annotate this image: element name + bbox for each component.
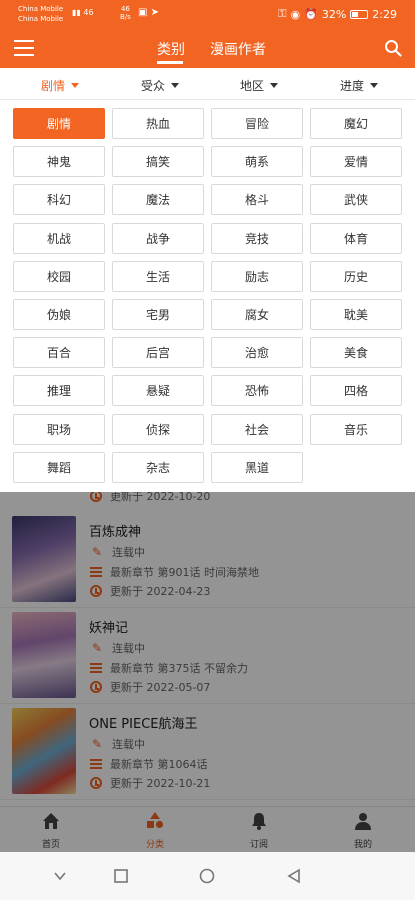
filter-plot[interactable]: 剧情 <box>41 77 80 94</box>
genre-chip[interactable]: 科幻 <box>13 184 105 215</box>
key-icon: ⚿ <box>278 7 287 20</box>
carrier-2: China Mobile <box>18 15 64 23</box>
genre-chip[interactable]: 恐怖 <box>211 375 303 406</box>
app-bar: 类别 漫画作者 <box>0 28 415 68</box>
filter-label: 剧情 <box>41 79 66 93</box>
genre-chip[interactable]: 搞笑 <box>112 146 204 177</box>
chevron-down-icon[interactable] <box>52 868 68 884</box>
genre-chip[interactable]: 社会 <box>211 414 303 445</box>
net-speed-unit: B/s <box>120 13 131 21</box>
genre-chip[interactable]: 爱情 <box>310 146 402 177</box>
clock-time: 2:29 <box>372 7 397 21</box>
genre-chip[interactable]: 冒险 <box>211 108 303 139</box>
genre-chip[interactable]: 伪娘 <box>13 299 105 330</box>
genre-chip[interactable]: 体育 <box>310 223 402 254</box>
genre-chip[interactable]: 战争 <box>112 223 204 254</box>
search-icon[interactable] <box>384 39 402 57</box>
genre-chip[interactable]: 腐女 <box>211 299 303 330</box>
system-nav-bar <box>0 852 415 900</box>
signal-icon: ▮▮ 46 <box>72 8 94 17</box>
filter-label: 地区 <box>240 79 265 93</box>
genre-chip[interactable]: 萌系 <box>211 146 303 177</box>
genre-chip[interactable]: 热血 <box>112 108 204 139</box>
network-type: 46 <box>83 8 94 17</box>
battery-percent: 32% <box>321 7 347 21</box>
filter-audience[interactable]: 受众 <box>141 77 180 94</box>
genre-chip[interactable]: 竞技 <box>211 223 303 254</box>
caret-down-icon <box>270 83 279 88</box>
genre-chip[interactable]: 职场 <box>13 414 105 445</box>
genre-chip[interactable]: 四格 <box>310 375 402 406</box>
filter-label: 进度 <box>340 79 365 93</box>
filter-progress[interactable]: 进度 <box>340 77 379 94</box>
tab-authors[interactable]: 漫画作者 <box>210 39 266 59</box>
genre-chip[interactable]: 魔法 <box>112 184 204 215</box>
genre-chip[interactable]: 音乐 <box>310 414 402 445</box>
eye-icon: ◉ <box>290 7 301 21</box>
tab-category[interactable]: 类别 <box>157 39 185 59</box>
genre-chip[interactable]: 杂志 <box>112 452 204 483</box>
genre-chip[interactable]: 后宫 <box>112 337 204 368</box>
genre-chip[interactable]: 侦探 <box>112 414 204 445</box>
genre-chip[interactable]: 治愈 <box>211 337 303 368</box>
caret-down-icon <box>370 83 379 88</box>
genre-chip[interactable]: 宅男 <box>112 299 204 330</box>
genre-chip[interactable]: 魔幻 <box>310 108 402 139</box>
net-speed: 46 B/s <box>120 5 131 21</box>
genre-chip[interactable]: 武侠 <box>310 184 402 215</box>
genre-chip[interactable]: 励志 <box>211 261 303 292</box>
tab-indicator <box>157 61 183 64</box>
status-bar: China Mobile China Mobile ▮▮ 46 46 B/s ▣… <box>0 0 415 28</box>
carrier-1: China Mobile <box>18 5 64 13</box>
filter-bar: 剧情 受众 地区 进度 <box>0 68 415 100</box>
home-circle-icon[interactable] <box>199 868 215 884</box>
genre-chip[interactable]: 悬疑 <box>112 375 204 406</box>
status-right: ⚿ ◉ ⏰ 32% 2:29 <box>278 7 397 21</box>
genre-chip[interactable]: 美食 <box>310 337 402 368</box>
back-triangle-icon[interactable] <box>286 868 302 884</box>
recents-square-icon[interactable] <box>113 868 129 884</box>
battery-icon <box>350 9 369 19</box>
genre-dropdown-panel: 剧情 热血 冒险 魔幻神鬼 搞笑 萌系 爱情科幻 魔法 格斗 武侠机战 战争 竞技 体育校园 生活 励志 历史… <box>0 100 415 492</box>
genre-chip[interactable]: 历史 <box>310 261 402 292</box>
genre-chip[interactable]: 剧情 <box>13 108 105 139</box>
caret-down-icon <box>171 83 180 88</box>
notification-icons: ▣ ➤ <box>138 7 160 18</box>
genre-chip[interactable]: 耽美 <box>310 299 402 330</box>
genre-chip[interactable]: 格斗 <box>211 184 303 215</box>
genre-chip[interactable]: 舞蹈 <box>13 452 105 483</box>
alarm-icon: ⏰ <box>304 7 318 21</box>
genre-chip[interactable]: 百合 <box>13 337 105 368</box>
filter-region[interactable]: 地区 <box>240 77 279 94</box>
genre-chip[interactable]: 机战 <box>13 223 105 254</box>
genre-chip[interactable]: 神鬼 <box>13 146 105 177</box>
caret-down-icon <box>71 83 80 88</box>
genre-chip[interactable]: 生活 <box>112 261 204 292</box>
filter-label: 受众 <box>141 79 166 93</box>
menu-icon[interactable] <box>14 40 34 56</box>
genre-chip[interactable]: 黑道 <box>211 452 303 483</box>
genre-chip[interactable]: 推理 <box>13 375 105 406</box>
genre-chip[interactable]: 校园 <box>13 261 105 292</box>
net-speed-value: 46 <box>120 5 130 13</box>
